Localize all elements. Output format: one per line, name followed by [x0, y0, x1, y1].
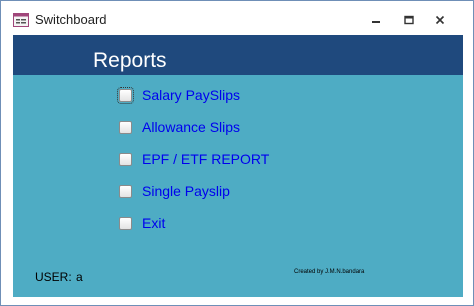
menu-item-checkbox[interactable]	[117, 86, 134, 104]
minimize-icon	[372, 21, 380, 23]
menu-item-checkbox[interactable]	[119, 152, 132, 166]
switchboard-window: Switchboard Reports Salary PaySlips Allo…	[0, 0, 474, 306]
restore-button[interactable]	[396, 10, 422, 30]
menu-item-label[interactable]: Salary PaySlips	[142, 87, 240, 103]
menu-item-label[interactable]: Exit	[142, 215, 165, 231]
menu-item-checkbox[interactable]	[119, 216, 132, 230]
close-icon	[435, 15, 445, 25]
switchboard-form: Reports Salary PaySlips Allowance Slips …	[13, 35, 463, 297]
page-title: Reports	[93, 49, 167, 72]
menu-item-label[interactable]: Allowance Slips	[142, 119, 240, 135]
menu-item-allowance-slips[interactable]: Allowance Slips	[119, 116, 240, 138]
menu-item-salary-payslips[interactable]: Salary PaySlips	[117, 84, 240, 106]
title-bar[interactable]: Switchboard	[1, 1, 473, 35]
user-label: USER:	[35, 270, 72, 284]
menu-item-label[interactable]: Single Payslip	[142, 183, 230, 199]
form-icon	[13, 13, 29, 27]
menu-item-single-payslip[interactable]: Single Payslip	[119, 180, 230, 202]
window-title: Switchboard	[35, 12, 107, 27]
menu-item-checkbox[interactable]	[119, 184, 132, 198]
header-band: Reports	[13, 35, 463, 75]
menu-item-label[interactable]: EPF / ETF REPORT	[142, 151, 269, 167]
close-button[interactable]	[427, 10, 453, 30]
menu-item-epf-etf-report[interactable]: EPF / ETF REPORT	[119, 148, 269, 170]
user-value: a	[76, 270, 83, 284]
restore-icon	[404, 15, 414, 25]
minimize-button[interactable]	[363, 10, 389, 30]
menu-item-checkbox[interactable]	[119, 120, 132, 134]
credit-text: Created by J.M.N.bandara	[294, 269, 365, 275]
menu-item-exit[interactable]: Exit	[119, 212, 165, 234]
